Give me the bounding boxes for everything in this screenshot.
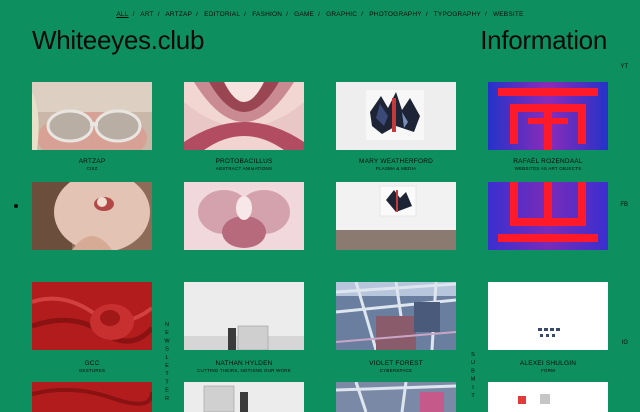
nav-artzap[interactable]: ARTZAP (165, 11, 192, 18)
category-nav: ALL / ART / ARTZAP / EDITORIAL / FASHION / GA… (0, 11, 640, 18)
nav-separator: / (244, 11, 247, 18)
project-title: PROTOBACILLUS (215, 158, 273, 165)
project-subtitle: PLASMA & MEDIA (375, 165, 417, 171)
newsletter-link[interactable]: NEWSLETTER (164, 322, 170, 404)
project-title: ARTZAP (78, 158, 106, 165)
alexei-shulgin-image-2[interactable] (488, 382, 608, 412)
nav-all[interactable]: ALL (116, 11, 128, 18)
nathan-hylden-image-2[interactable] (184, 382, 304, 412)
youtube-link[interactable]: YT (620, 64, 628, 70)
submit-link[interactable]: SUBMIT (470, 352, 476, 401)
nav-website[interactable]: WEBSITE (493, 11, 524, 18)
project-subtitle: CYBERSPACE (379, 367, 413, 373)
site-logo[interactable]: Whiteeyes.club (32, 25, 204, 56)
nav-fashion[interactable]: FASHION (252, 11, 282, 18)
nav-separator: / (318, 11, 321, 18)
nav-editorial[interactable]: EDITORIAL (204, 11, 240, 18)
nav-art[interactable]: ART (140, 11, 153, 18)
project-caption[interactable]: MARY WEATHERFORD PLASMA & MEDIA (336, 158, 456, 171)
project-caption[interactable]: RAFAËL ROZENDAAL WEBSITES AS ART OBJECTS (488, 158, 608, 171)
violet-forest-image-2[interactable] (336, 382, 456, 412)
nav-separator: / (132, 11, 135, 18)
project-subtitle: WEBSITES AS ART OBJECTS (514, 165, 582, 171)
information-link[interactable]: Information (480, 25, 607, 56)
mary-weatherford-image-1[interactable] (336, 82, 456, 150)
nav-separator: / (425, 11, 428, 18)
scroll-indicator-dot (14, 204, 18, 208)
violet-forest-image-1[interactable] (336, 282, 456, 350)
nav-separator: / (286, 11, 289, 18)
nav-separator: / (484, 11, 487, 18)
protobacillus-image-1[interactable] (184, 82, 304, 150)
gcc-image-1[interactable] (32, 282, 152, 350)
nav-separator: / (157, 11, 160, 18)
project-subtitle: FORM (540, 367, 556, 373)
artzap-image-2[interactable] (32, 182, 152, 250)
project-subtitle: CUTTING THEIRS, NOTHING OUR WORK (197, 367, 291, 373)
nav-graphic[interactable]: GRAPHIC (326, 11, 357, 18)
artzap-image-1[interactable] (32, 82, 152, 150)
project-subtitle: CIXZ (86, 165, 98, 171)
project-subtitle: ABSTRACT ANIMATIONS (215, 165, 273, 171)
project-caption[interactable]: ALEXEI SHULGIN FORM (488, 360, 608, 373)
project-caption[interactable]: VIOLET FOREST CYBERSPACE (336, 360, 456, 373)
project-caption[interactable]: GCC GESTURES (32, 360, 152, 373)
protobacillus-image-2[interactable] (184, 182, 304, 250)
project-title: MARY WEATHERFORD (359, 158, 433, 165)
nathan-hylden-image-1[interactable] (184, 282, 304, 350)
project-title: GCC (84, 360, 100, 367)
project-subtitle: GESTURES (78, 367, 106, 373)
project-title: ALEXEI SHULGIN (519, 360, 577, 367)
alexei-shulgin-image-1[interactable] (488, 282, 608, 350)
mary-weatherford-image-2[interactable] (336, 182, 456, 250)
facebook-link[interactable]: FB (620, 202, 628, 208)
project-title: NATHAN HYLDEN (215, 360, 273, 367)
project-caption[interactable]: ARTZAP CIXZ (32, 158, 152, 171)
project-title: RAFAËL ROZENDAAL (513, 158, 583, 165)
project-title: VIOLET FOREST (369, 360, 423, 367)
rafael-rozendaal-image-1[interactable] (488, 82, 608, 150)
nav-separator: / (196, 11, 199, 18)
project-caption[interactable]: NATHAN HYLDEN CUTTING THEIRS, NOTHING OU… (184, 360, 304, 373)
nav-typography[interactable]: TYPOGRAPHY (434, 11, 481, 18)
instagram-link[interactable]: IG (622, 340, 628, 346)
project-caption[interactable]: PROTOBACILLUS ABSTRACT ANIMATIONS (184, 158, 304, 171)
nav-photography[interactable]: PHOTOGRAPHY (369, 11, 422, 18)
nav-separator: / (361, 11, 364, 18)
nav-game[interactable]: GAME (294, 11, 314, 18)
gcc-image-2[interactable] (32, 382, 152, 412)
rafael-rozendaal-image-2[interactable] (488, 182, 608, 250)
